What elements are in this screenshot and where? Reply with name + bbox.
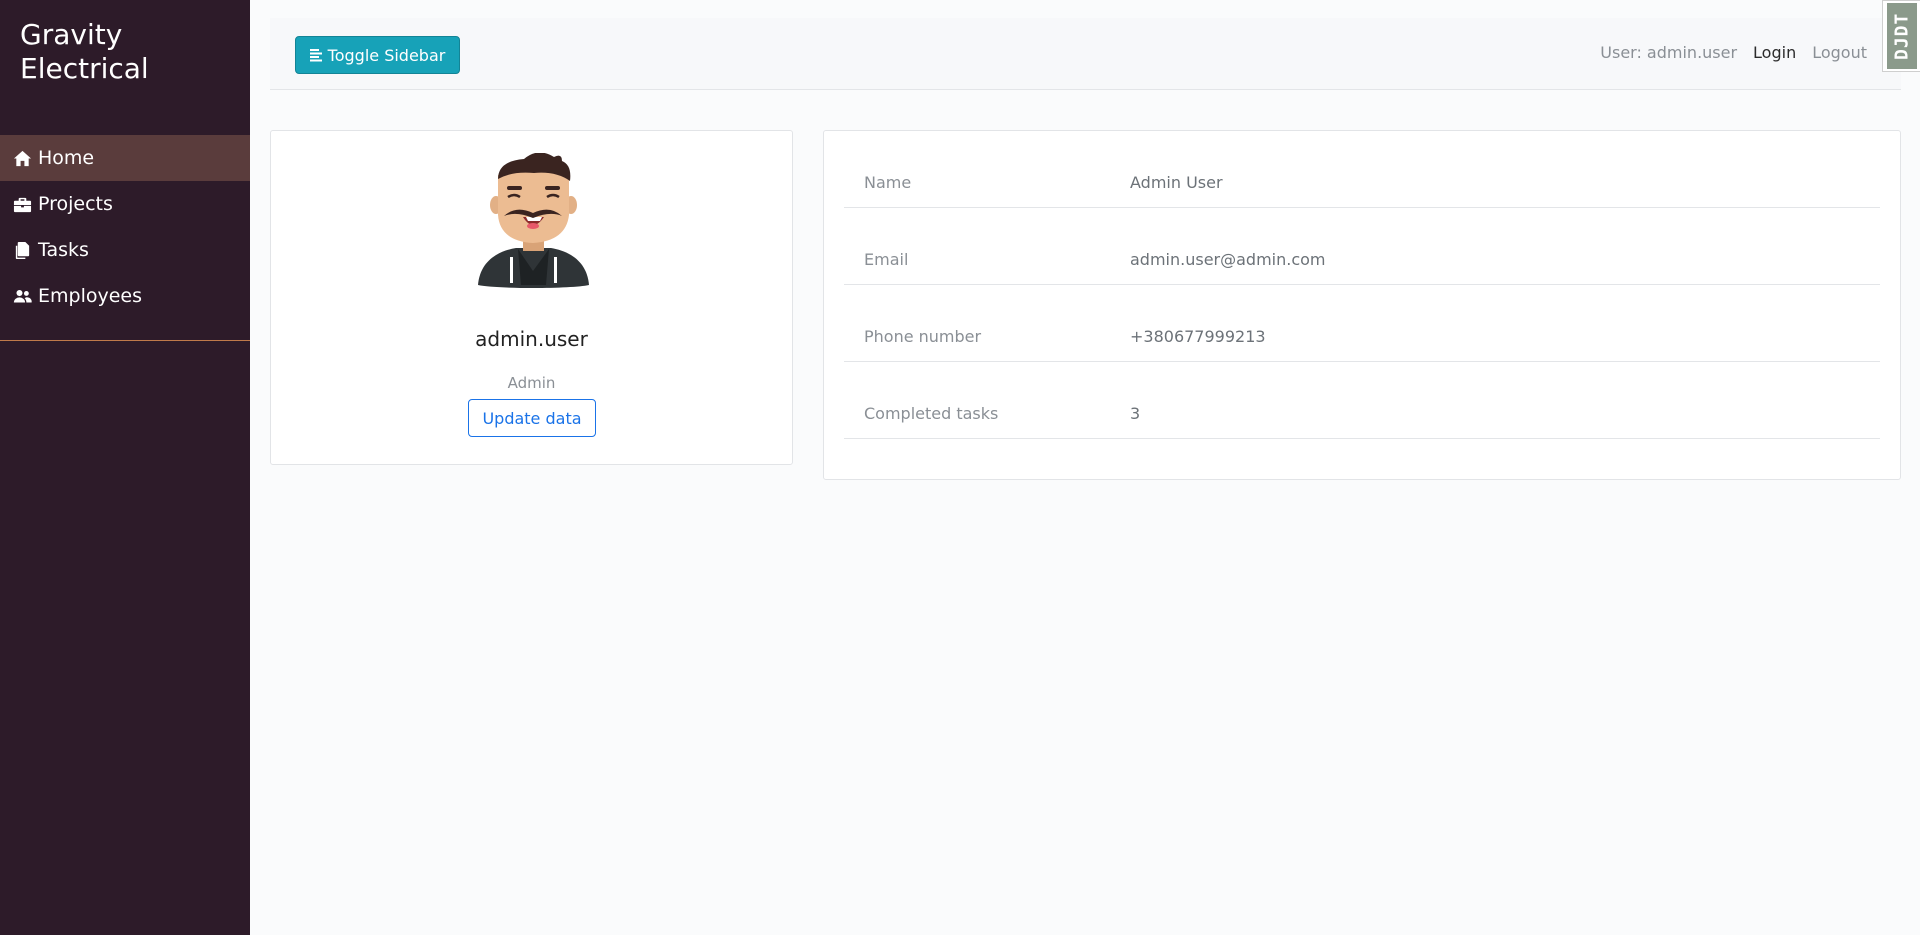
sidebar-item-projects[interactable]: Projects [0,181,250,227]
sidebar-divider [0,340,250,341]
detail-row-completed-tasks: Completed tasks 3 [844,362,1880,439]
sidebar-nav: Home Projects Tasks Employees [0,135,250,319]
align-left-icon [309,49,322,62]
detail-value: +380677999213 [1130,327,1266,346]
detail-value: 3 [1130,404,1141,423]
toggle-sidebar-button[interactable]: Toggle Sidebar [295,36,460,74]
detail-row-name: Name Admin User [844,131,1880,208]
app-root: Gravity Electrical Home Projects Tasks E… [0,0,1920,935]
profile-details-card: Name Admin User Email admin.user@admin.c… [823,130,1901,480]
sidebar-item-label: Projects [38,193,113,215]
briefcase-icon [10,195,34,214]
sidebar-item-home[interactable]: Home [0,135,250,181]
update-data-button[interactable]: Update data [468,399,596,437]
detail-row-phone: Phone number +380677999213 [844,285,1880,362]
detail-row-email: Email admin.user@admin.com [844,208,1880,285]
sidebar-item-employees[interactable]: Employees [0,273,250,319]
detail-label: Completed tasks [864,404,999,423]
toggle-sidebar-label: Toggle Sidebar [327,45,446,65]
sidebar-item-label: Employees [38,285,142,307]
profile-username: admin.user [475,327,588,351]
avatar [478,153,589,288]
sidebar-item-label: Tasks [38,239,89,261]
login-link[interactable]: Login [1753,43,1796,62]
sidebar: Gravity Electrical Home Projects Tasks E… [0,0,250,935]
debug-toolbar-handle[interactable]: DJDT [1882,0,1920,72]
profile-card: admin.user Admin Update data [270,130,793,465]
home-icon [10,149,34,168]
detail-label: Name [864,173,912,192]
detail-value: Admin User [1130,173,1223,192]
brand-title[interactable]: Gravity Electrical [20,18,240,86]
top-right-links: User: admin.user Login Logout [1600,43,1867,62]
detail-label: Phone number [864,327,982,346]
debug-toolbar-tab: DJDT [1882,0,1920,72]
sidebar-item-label: Home [38,147,95,169]
detail-label: Email [864,250,909,269]
logout-link[interactable]: Logout [1812,43,1867,62]
copy-icon [10,241,34,260]
top-navbar: Toggle Sidebar User: admin.user Login Lo… [270,18,1901,90]
sidebar-item-tasks[interactable]: Tasks [0,227,250,273]
detail-value: admin.user@admin.com [1130,250,1326,269]
users-icon [10,287,34,306]
profile-role: Admin [507,374,556,392]
debug-toolbar-label: DJDT [1886,3,1917,69]
current-user-label: User: admin.user [1600,43,1738,62]
